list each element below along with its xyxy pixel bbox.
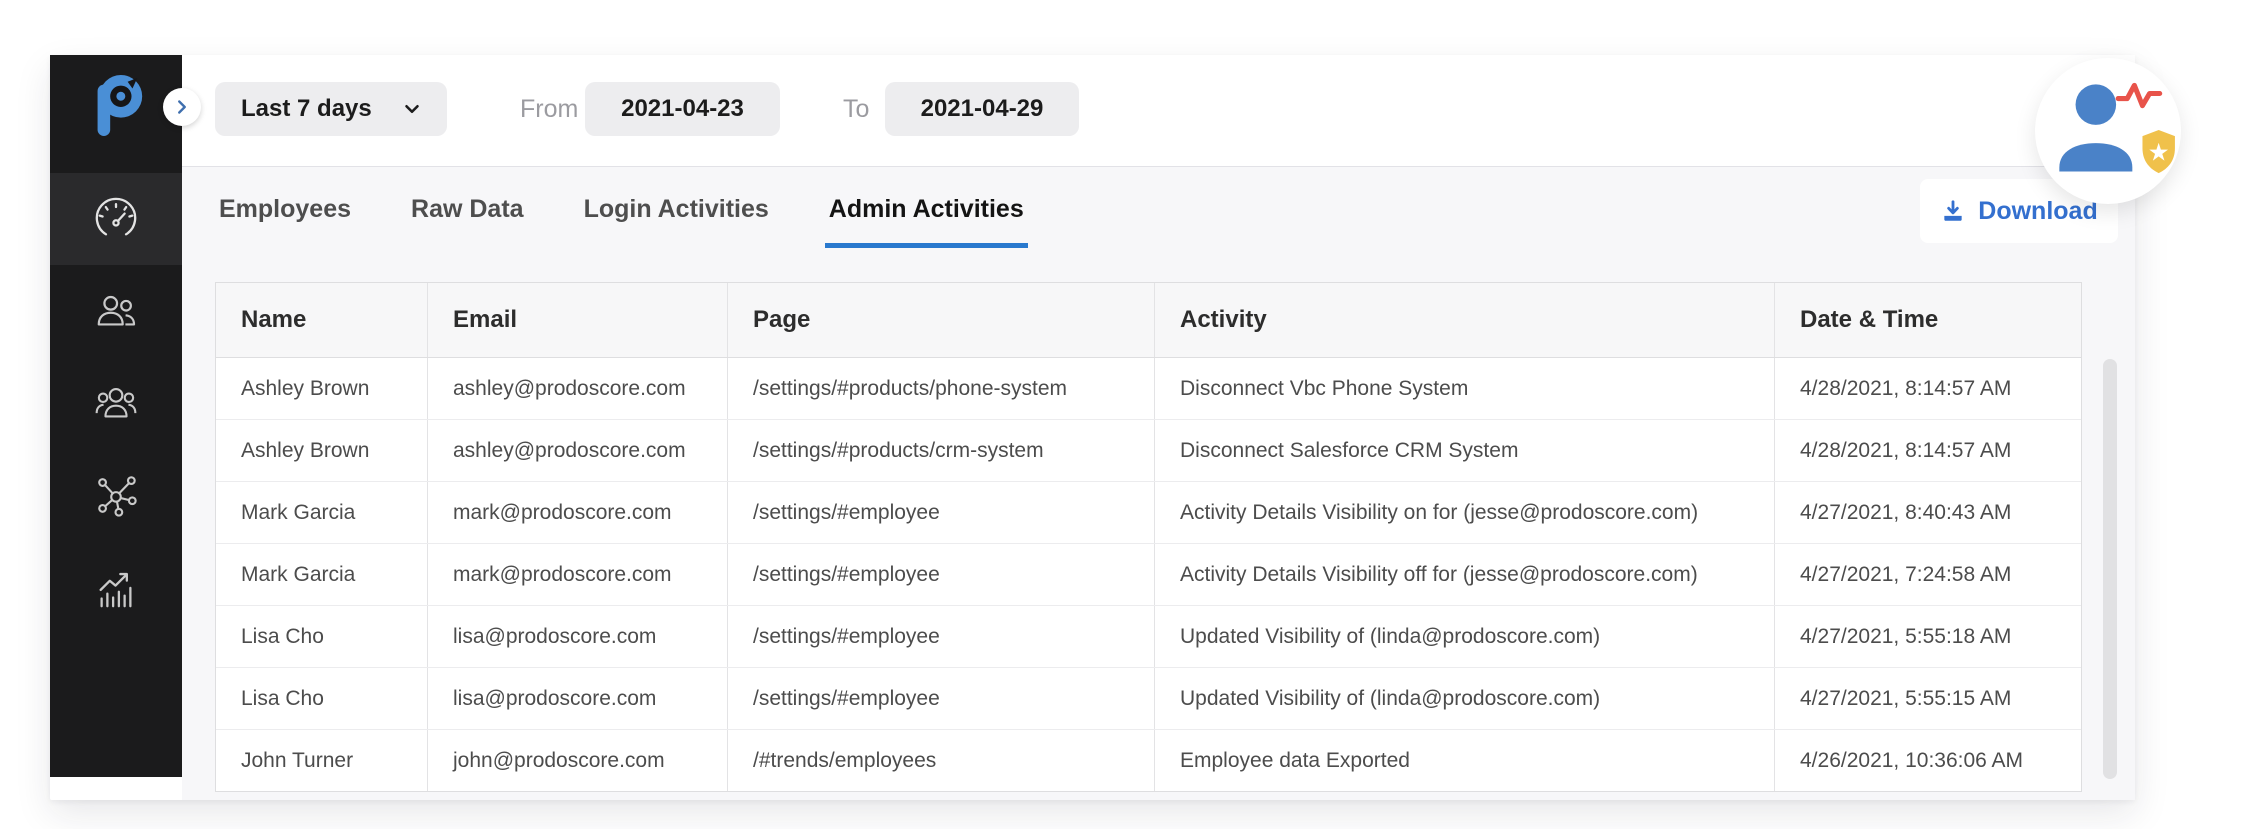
date-range-label: Last 7 days <box>241 95 372 122</box>
to-date-value: 2021-04-29 <box>920 95 1044 122</box>
pulse-icon <box>2115 82 2163 109</box>
screen: Last 7 days From 2021-04-23 To 2021-04-2… <box>0 0 2243 829</box>
app-window: Last 7 days From 2021-04-23 To 2021-04-2… <box>50 55 2135 800</box>
table-row: Lisa Cho lisa@prodoscore.com/settings/#em… <box>216 606 2081 668</box>
svg-text:★: ★ <box>2148 137 2170 166</box>
table-row: Ashley Brown ashley@prodoscore.com/settin… <box>216 420 2081 482</box>
to-label: To <box>843 94 870 123</box>
from-label: From <box>520 94 579 123</box>
table-cell: Lisa Cho <box>216 606 428 667</box>
date-range-selector[interactable]: Last 7 days <box>215 82 447 136</box>
table-cell: 4/26/2021, 10:36:06 AM <box>1800 748 2024 772</box>
column-header: Email <box>428 283 728 357</box>
table-cell: 4/27/2021, 8:40:43 AM <box>1800 500 2012 524</box>
prodoscore-logo-icon <box>97 74 143 137</box>
download-icon <box>1944 200 1962 221</box>
table-cell: Activity Details Visibility on for (jess… <box>1155 482 1775 543</box>
table-cell: Disconnect Vbc Phone System <box>1155 358 1775 419</box>
trends-icon <box>99 572 132 608</box>
table-cell: 4/27/2021, 5:55:18 AM <box>1800 624 2012 648</box>
table-cell: lisa@prodoscore.com <box>428 606 728 667</box>
table-cell: Updated Visibility of (linda@prodoscore.… <box>1155 668 1775 729</box>
table-cell: Mark Garcia <box>216 544 428 605</box>
profile-avatar[interactable]: ★ <box>2035 58 2181 204</box>
table-cell: mark@prodoscore.com <box>428 544 728 605</box>
table-cell: John Turner <box>216 730 428 791</box>
table-body: Ashley Brown ashley@prodoscore.com/settin… <box>216 358 2081 791</box>
table-cell: Employee data Exported <box>1155 730 1775 791</box>
table-row: Mark Garcia mark@prodoscore.com/settings/… <box>216 482 2081 544</box>
column-header: Activity <box>1155 283 1775 357</box>
employees-icon <box>97 295 136 326</box>
chevron-right-icon <box>178 100 186 114</box>
sidebar-expand-button[interactable] <box>163 88 201 126</box>
tabs: Employees Raw Data Login Activities Admin A… <box>215 195 1028 248</box>
table-cell: /#trends/employees <box>728 730 1155 791</box>
table-cell: ashley@prodoscore.com <box>428 420 728 481</box>
column-header: Date & Time <box>1800 306 1939 333</box>
table-cell: /settings/#employee <box>728 606 1155 667</box>
table-cell: Activity Details Visibility off for (jes… <box>1155 544 1775 605</box>
table-cell: 4/27/2021, 5:55:15 AM <box>1800 686 2012 710</box>
table-cell: ashley@prodoscore.com <box>428 358 728 419</box>
table-cell: mark@prodoscore.com <box>428 482 728 543</box>
speedometer-icon <box>95 197 137 236</box>
tab-login-activities[interactable]: Login Activities <box>580 195 773 248</box>
sidebar-item-employees[interactable] <box>50 265 182 357</box>
content-panel: Employees Raw Data Login Activities Admin A… <box>182 166 2135 800</box>
filter-bar: Last 7 days From 2021-04-23 To 2021-04-2… <box>182 55 2135 166</box>
tab-admin-activities[interactable]: Admin Activities <box>824 195 1028 248</box>
table-cell: 4/27/2021, 7:24:58 AM <box>1800 562 2012 586</box>
table-cell: /settings/#employee <box>728 544 1155 605</box>
table-cell: 4/28/2021, 8:14:57 AM <box>1800 438 2012 462</box>
table-cell: /settings/#employee <box>728 668 1155 729</box>
table-cell: john@prodoscore.com <box>428 730 728 791</box>
integrations-icon <box>98 476 137 517</box>
table-row: Lisa Cho lisa@prodoscore.com/settings/#em… <box>216 668 2081 730</box>
table-cell: Disconnect Salesforce CRM System <box>1155 420 1775 481</box>
chevron-down-icon <box>405 104 419 114</box>
column-header: Page <box>728 283 1155 357</box>
table-cell: 4/28/2021, 8:14:57 AM <box>1800 376 2012 400</box>
table-cell: /settings/#products/phone-system <box>728 358 1155 419</box>
table-cell: Lisa Cho <box>216 668 428 729</box>
sidebar-item-integrations[interactable] <box>50 449 182 541</box>
table-header-row: Name Email Page Activity Date & Time <box>216 283 2081 358</box>
column-header: Name <box>216 283 428 357</box>
tab-employees[interactable]: Employees <box>215 195 355 248</box>
from-date-field[interactable]: 2021-04-23 <box>585 82 780 136</box>
table-cell: Mark Garcia <box>216 482 428 543</box>
sidebar-item-dashboard[interactable] <box>50 173 182 265</box>
table-row: John Turner john@prodoscore.com/#trends/e… <box>216 730 2081 791</box>
table-row: Ashley Brown ashley@prodoscore.com/settin… <box>216 358 2081 420</box>
table-cell: Ashley Brown <box>216 358 428 419</box>
table-cell: Ashley Brown <box>216 420 428 481</box>
table-scrollbar[interactable] <box>2103 359 2117 779</box>
table-cell: lisa@prodoscore.com <box>428 668 728 729</box>
tab-raw-data[interactable]: Raw Data <box>407 195 528 248</box>
table-cell: /settings/#employee <box>728 482 1155 543</box>
table-cell: Updated Visibility of (linda@prodoscore.… <box>1155 606 1775 667</box>
sidebar <box>50 55 182 777</box>
to-date-field[interactable]: 2021-04-29 <box>885 82 1079 136</box>
sidebar-item-trends[interactable] <box>50 541 182 633</box>
sidebar-nav <box>50 173 182 633</box>
sidebar-item-team[interactable] <box>50 357 182 449</box>
admin-activities-table: Name Email Page Activity Date & Time Ashley … <box>215 282 2082 792</box>
team-icon <box>95 387 137 418</box>
admin-user-icon: ★ <box>2059 82 2175 174</box>
table-row: Mark Garcia mark@prodoscore.com/settings/… <box>216 544 2081 606</box>
from-date-value: 2021-04-23 <box>621 95 744 122</box>
table-cell: /settings/#products/crm-system <box>728 420 1155 481</box>
